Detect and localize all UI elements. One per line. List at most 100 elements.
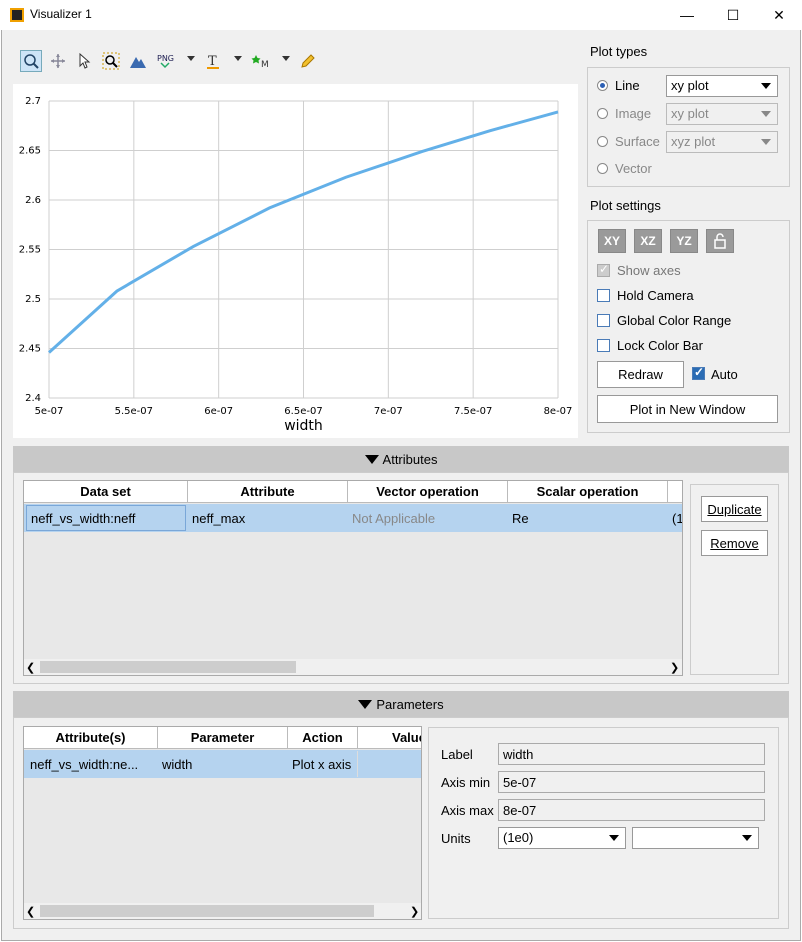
- x-tick-label: 6e-07: [204, 406, 233, 417]
- redraw-button[interactable]: Redraw: [597, 361, 684, 388]
- line-radio-label: Line: [615, 78, 640, 93]
- close-button[interactable]: ✕: [756, 0, 802, 30]
- col-parameter[interactable]: Parameter: [158, 727, 288, 749]
- show-axes-label: Show axes: [617, 263, 681, 278]
- col-vector-operation[interactable]: Vector operation: [348, 481, 508, 503]
- yz-view-button[interactable]: YZ: [670, 229, 698, 253]
- global-color-range-checkbox[interactable]: [597, 314, 610, 327]
- scroll-right-icon[interactable]: ❯: [670, 661, 679, 674]
- attributes-hscrollbar[interactable]: ❮ ❯: [24, 659, 682, 675]
- cell-extra[interactable]: (1: [668, 505, 682, 531]
- pencil-icon[interactable]: [297, 50, 319, 72]
- parameters-table[interactable]: Attribute(s) Parameter Action Value neff…: [23, 726, 422, 920]
- marker-icon[interactable]: M: [250, 50, 272, 72]
- surface-plot-combo: xyz plot: [666, 131, 778, 153]
- maximize-button[interactable]: ☐: [710, 0, 756, 30]
- plot-new-window-button[interactable]: Plot in New Window: [597, 395, 778, 423]
- image-plot-combo: xy plot: [666, 103, 778, 125]
- col-action[interactable]: Action: [288, 727, 358, 749]
- y-tick-label: 2.4: [25, 393, 41, 404]
- units-label: Units: [441, 831, 471, 846]
- attributes-table[interactable]: Data set Attribute Vector operation Scal…: [23, 480, 683, 676]
- surface-radio[interactable]: [597, 136, 608, 147]
- units-combo[interactable]: (1e0): [498, 827, 626, 849]
- cell-dataset[interactable]: neff_vs_width:neff: [26, 505, 186, 531]
- y-tick-label: 2.7: [25, 96, 41, 107]
- x-axis-label: width: [284, 418, 323, 434]
- window-title: Visualizer 1: [30, 7, 92, 21]
- zoom-icon[interactable]: [20, 50, 42, 72]
- select-icon[interactable]: [73, 50, 95, 72]
- lock-view-icon[interactable]: [706, 229, 734, 253]
- collapse-triangle-icon: [358, 699, 373, 709]
- svg-text:PNG: PNG: [157, 54, 174, 63]
- x-tick-label: 5.5e-07: [115, 406, 153, 417]
- y-tick-label: 2.65: [19, 146, 41, 157]
- png-dropdown-icon[interactable]: [187, 56, 195, 61]
- cell-scalar-op[interactable]: Re: [508, 505, 668, 531]
- lock-color-bar-label: Lock Color Bar: [617, 338, 703, 353]
- vector-radio[interactable]: [597, 163, 608, 174]
- image-radio-label: Image: [615, 106, 652, 121]
- line-radio[interactable]: [597, 80, 608, 91]
- label-field-label: Label: [441, 747, 473, 762]
- vector-radio-label: Vector: [615, 161, 652, 176]
- scroll-right-icon[interactable]: ❯: [410, 905, 419, 918]
- col-value[interactable]: Value: [358, 727, 421, 749]
- svg-text:T: T: [208, 54, 217, 69]
- col-data-set[interactable]: Data set: [24, 481, 188, 503]
- xz-view-button[interactable]: XZ: [634, 229, 662, 253]
- cell-action[interactable]: Plot x axis: [288, 751, 358, 777]
- cell-attribute[interactable]: neff_max: [188, 505, 348, 531]
- show-axes-checkbox: [597, 262, 610, 277]
- units-secondary-combo[interactable]: [632, 827, 759, 849]
- y-tick-label: 2.5: [25, 294, 41, 305]
- parameters-header[interactable]: Parameters: [13, 691, 789, 717]
- axis-min-input[interactable]: 5e-07: [498, 771, 765, 793]
- line-plot-combo[interactable]: xy plot: [666, 75, 778, 97]
- y-tick-label: 2.6: [25, 195, 41, 206]
- text-dropdown-icon[interactable]: [234, 56, 242, 61]
- hold-camera-label: Hold Camera: [617, 288, 694, 303]
- axis-max-input[interactable]: 8e-07: [498, 799, 765, 821]
- plot-types-title: Plot types: [590, 44, 648, 59]
- cell-parameter[interactable]: width: [158, 751, 288, 777]
- y-tick-label: 2.55: [19, 245, 41, 256]
- text-icon[interactable]: T: [202, 50, 224, 72]
- lock-color-bar-checkbox[interactable]: [597, 339, 610, 352]
- plot-area[interactable]: 5e-07 5.5e-07 6e-07 6.5e-07 7e-07 7.5e-07 8e-0…: [13, 84, 578, 438]
- label-input[interactable]: width: [498, 743, 765, 765]
- x-tick-label: 7e-07: [374, 406, 403, 417]
- mountain-icon[interactable]: [127, 50, 149, 72]
- zoom-box-icon[interactable]: [100, 50, 122, 72]
- parameters-hscrollbar[interactable]: ❮ ❯: [24, 903, 421, 919]
- axis-min-label: Axis min: [441, 775, 491, 790]
- attributes-header[interactable]: Attributes: [13, 446, 789, 472]
- marker-dropdown-icon[interactable]: [282, 56, 290, 61]
- minimize-button[interactable]: —: [664, 0, 710, 30]
- pan-icon[interactable]: [47, 50, 69, 72]
- xy-view-button[interactable]: XY: [598, 229, 626, 253]
- scroll-left-icon[interactable]: ❮: [26, 661, 35, 674]
- app-icon: [10, 8, 24, 22]
- x-tick-label: 6.5e-07: [284, 406, 322, 417]
- scroll-thumb[interactable]: [40, 661, 296, 673]
- remove-button[interactable]: Remove: [701, 530, 768, 556]
- cell-value[interactable]: [358, 751, 421, 777]
- auto-checkbox[interactable]: [692, 365, 705, 380]
- axis-max-label: Axis max: [441, 803, 494, 818]
- x-tick-label: 7.5e-07: [454, 406, 492, 417]
- col-attributes[interactable]: Attribute(s): [24, 727, 158, 749]
- duplicate-button[interactable]: Duplicate: [701, 496, 768, 522]
- line-chart[interactable]: 5e-07 5.5e-07 6e-07 6.5e-07 7e-07 7.5e-07 8e-0…: [13, 84, 578, 438]
- scroll-thumb[interactable]: [40, 905, 374, 917]
- hold-camera-checkbox[interactable]: [597, 289, 610, 302]
- cell-attribute[interactable]: neff_vs_width:ne...: [26, 751, 156, 777]
- col-scalar-operation[interactable]: Scalar operation: [508, 481, 668, 503]
- image-radio[interactable]: [597, 108, 608, 119]
- cell-vector-op[interactable]: Not Applicable: [348, 505, 508, 531]
- png-export-icon[interactable]: PNG: [154, 50, 176, 72]
- col-attribute[interactable]: Attribute: [188, 481, 348, 503]
- col-extra[interactable]: [668, 481, 682, 503]
- scroll-left-icon[interactable]: ❮: [26, 905, 35, 918]
